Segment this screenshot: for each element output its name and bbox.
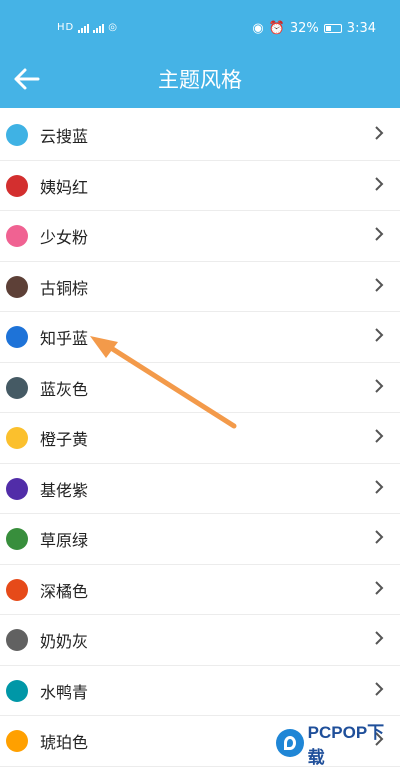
eye-icon: ◉ <box>252 21 264 36</box>
status-left: HD ◎ <box>57 22 118 33</box>
theme-label: 蓝灰色 <box>40 379 89 399</box>
theme-item[interactable]: 少女粉 <box>0 211 400 262</box>
theme-item[interactable]: 蓝灰色 <box>0 363 400 413</box>
theme-label: 知乎蓝 <box>40 329 89 348</box>
chevron-right-icon <box>375 328 384 342</box>
chevron-right-icon <box>375 227 384 241</box>
theme-label: 橙子黄 <box>40 430 89 449</box>
color-dot-icon <box>6 376 28 399</box>
color-dot-icon <box>6 174 28 197</box>
color-dot-icon <box>6 275 28 298</box>
color-dot-icon <box>6 326 28 348</box>
chevron-right-icon <box>375 277 384 292</box>
clock-time: 3:34 <box>346 21 376 36</box>
theme-item[interactable]: 云搜蓝 <box>0 110 400 161</box>
color-dot-icon <box>6 124 28 146</box>
watermark: PCPOP下载 <box>276 723 400 767</box>
color-dot-icon <box>6 578 28 601</box>
signal-icon-2 <box>93 23 105 33</box>
chevron-right-icon <box>375 681 384 696</box>
theme-label: 少女粉 <box>40 228 89 247</box>
chevron-right-icon <box>375 580 384 595</box>
page-title: 主题风格 <box>158 68 242 92</box>
theme-item[interactable]: 古铜棕 <box>0 262 400 312</box>
theme-item[interactable]: 草原绿 <box>0 514 400 565</box>
alarm-icon: ⏰ <box>268 21 285 36</box>
theme-label: 水鸭青 <box>40 682 89 702</box>
theme-list: 云搜蓝姨妈红少女粉古铜棕知乎蓝蓝灰色橙子黄基佬紫草原绿深橘色奶奶灰水鸭青琥珀色 <box>0 110 400 767</box>
theme-label: 姨妈红 <box>40 177 89 197</box>
status-bar: HD ◎ ◉ ⏰ 32% 3:34 <box>0 0 400 58</box>
status-right: ◉ ⏰ 32% 3:34 <box>252 21 376 36</box>
theme-label: 奶奶灰 <box>40 632 89 651</box>
color-dot-icon <box>6 528 28 550</box>
theme-item[interactable]: 知乎蓝 <box>0 312 400 363</box>
chevron-right-icon <box>375 479 384 494</box>
theme-item[interactable]: 奶奶灰 <box>0 615 400 666</box>
theme-label: 古铜棕 <box>40 278 89 298</box>
hd-badge: HD <box>57 22 75 33</box>
theme-item[interactable]: 水鸭青 <box>0 666 400 716</box>
theme-label: 深橘色 <box>40 581 89 601</box>
theme-item[interactable]: 基佬紫 <box>0 464 400 514</box>
chevron-right-icon <box>375 378 384 393</box>
color-dot-icon <box>6 477 28 500</box>
color-dot-icon <box>6 629 28 651</box>
chevron-right-icon <box>375 631 384 645</box>
theme-label: 琥珀色 <box>40 733 89 752</box>
theme-item[interactable]: 姨妈红 <box>0 161 400 211</box>
chevron-right-icon <box>375 530 384 544</box>
theme-label: 云搜蓝 <box>40 127 89 146</box>
battery-percent: 32% <box>289 21 319 36</box>
theme-label: 基佬紫 <box>40 480 89 500</box>
signal-icon <box>78 23 90 33</box>
app-bar: 主题风格 <box>0 58 400 108</box>
chevron-right-icon <box>375 126 384 140</box>
battery-icon <box>323 24 342 33</box>
color-dot-icon <box>6 730 28 752</box>
color-dot-icon <box>6 679 28 702</box>
watermark-text: PCPOP下载 <box>307 723 385 767</box>
chevron-right-icon <box>375 176 384 191</box>
color-dot-icon <box>6 225 28 247</box>
pcpop-logo-icon <box>276 729 304 757</box>
theme-item[interactable]: 橙子黄 <box>0 413 400 464</box>
wifi-icon: ◎ <box>108 22 118 33</box>
theme-label: 草原绿 <box>40 531 89 550</box>
chevron-right-icon <box>375 429 384 443</box>
theme-item[interactable]: 深橘色 <box>0 565 400 615</box>
color-dot-icon <box>6 427 28 449</box>
